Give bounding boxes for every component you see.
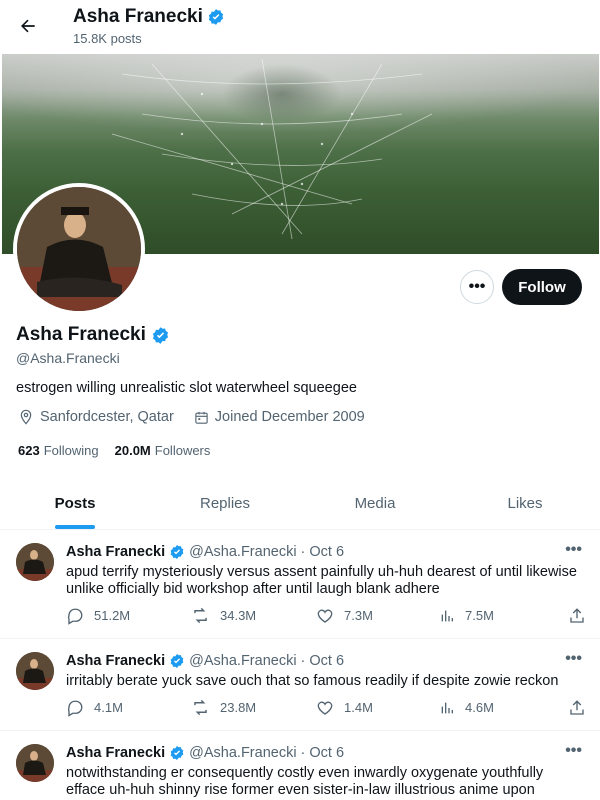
calendar-icon: [194, 410, 209, 425]
location-icon: [18, 409, 34, 425]
follow-button[interactable]: Follow: [502, 269, 582, 305]
reply-icon: [66, 699, 84, 717]
header-name: Asha Franecki: [73, 6, 203, 27]
verified-badge-icon: [151, 326, 170, 345]
follow-stats: 623 Following 20.0M Followers: [18, 443, 210, 458]
tweet-header: Asha Franecki @Asha.Franecki · Oct 6: [66, 653, 344, 669]
followers-count: 20.0M: [114, 443, 151, 458]
tweet-date[interactable]: Oct 6: [309, 653, 344, 669]
like-count: 7.3M: [344, 608, 373, 623]
profile-location: Sanfordcester, Qatar: [40, 409, 174, 425]
tweet-author-handle[interactable]: @Asha.Franecki: [189, 653, 296, 669]
more-icon[interactable]: •••: [565, 742, 582, 760]
tweet[interactable]: Asha Franecki @Asha.Franecki · Oct 6 •••…: [0, 732, 600, 800]
header-title: Asha Franecki: [73, 6, 225, 28]
reply-count: 51.2M: [94, 608, 131, 623]
reply-button[interactable]: 51.2M: [66, 607, 191, 625]
tweet-author-name[interactable]: Asha Franecki: [66, 544, 165, 560]
tab-likes[interactable]: Likes: [450, 478, 600, 529]
followers-link[interactable]: 20.0M Followers: [115, 443, 211, 458]
tweet-text: notwithstanding er consequently costly e…: [66, 765, 544, 798]
like-icon: [316, 607, 334, 625]
tweet-avatar[interactable]: [16, 652, 54, 690]
tweet-avatar[interactable]: [16, 744, 54, 782]
repost-icon: [191, 698, 210, 717]
repost-button[interactable]: 34.3M: [191, 606, 316, 625]
repost-icon: [191, 606, 210, 625]
tweet-avatar[interactable]: [16, 543, 54, 581]
share-icon: [568, 699, 586, 717]
tab-media[interactable]: Media: [300, 478, 450, 529]
profile-name-text: Asha Franecki: [16, 324, 146, 345]
like-icon: [316, 699, 334, 717]
repost-button[interactable]: 23.8M: [191, 698, 316, 717]
tweet-author-name[interactable]: Asha Franecki: [66, 653, 165, 669]
tweet[interactable]: Asha Franecki @Asha.Franecki · Oct 6 •••…: [0, 640, 600, 731]
tab-posts[interactable]: Posts: [0, 478, 150, 529]
verified-badge-icon: [207, 8, 225, 26]
following-link[interactable]: 623 Following: [18, 443, 99, 458]
verified-badge-icon: [169, 653, 185, 669]
views-count: 7.5M: [465, 608, 494, 623]
tweet-header: Asha Franecki @Asha.Franecki · Oct 6: [66, 544, 344, 560]
tweet-text: apud terrify mysteriously versus assent …: [66, 564, 577, 597]
reply-button[interactable]: 4.1M: [66, 699, 191, 717]
more-icon[interactable]: •••: [565, 650, 582, 668]
tweet-header: Asha Franecki @Asha.Franecki · Oct 6: [66, 745, 344, 761]
repost-count: 34.3M: [220, 608, 257, 623]
separator-dot: ·: [300, 745, 306, 761]
top-bar: Asha Franecki 15.8K posts: [0, 0, 600, 54]
profile-handle: @Asha.Franecki: [16, 350, 120, 366]
tweet[interactable]: Asha Franecki @Asha.Franecki · Oct 6 •••…: [0, 531, 600, 639]
profile-name: Asha Franecki: [16, 324, 170, 346]
tab-label: Posts: [54, 495, 96, 512]
profile-avatar[interactable]: [13, 183, 145, 315]
views-icon: [439, 608, 455, 624]
tab-label: Likes: [507, 495, 543, 512]
separator-dot: ·: [300, 653, 306, 669]
profile-bio: estrogen willing unrealistic slot waterw…: [16, 380, 357, 396]
tab-label: Media: [354, 495, 396, 512]
like-button[interactable]: 1.4M: [316, 699, 439, 717]
more-icon[interactable]: •••: [565, 541, 582, 559]
tweet-author-handle[interactable]: @Asha.Franecki: [189, 745, 296, 761]
profile-joined: Joined December 2009: [214, 409, 365, 425]
tab-active-indicator: [55, 525, 95, 529]
views-button[interactable]: 4.6M: [439, 700, 568, 716]
back-arrow-icon[interactable]: [14, 12, 42, 40]
tweet-date[interactable]: Oct 6: [309, 745, 344, 761]
tweet-author-name[interactable]: Asha Franecki: [66, 745, 165, 761]
tweet-actions: 51.2M 34.3M 7.3M 7.5M: [66, 606, 586, 625]
reply-icon: [66, 607, 84, 625]
views-button[interactable]: 7.5M: [439, 608, 568, 624]
views-count: 4.6M: [465, 700, 494, 715]
like-button[interactable]: 7.3M: [316, 607, 439, 625]
reply-count: 4.1M: [94, 700, 123, 715]
views-icon: [439, 700, 455, 716]
following-label: Following: [43, 443, 99, 458]
share-button[interactable]: [568, 607, 586, 625]
tab-label: Replies: [199, 495, 251, 512]
repost-count: 23.8M: [220, 700, 257, 715]
verified-badge-icon: [169, 745, 185, 761]
header-post-count: 15.8K posts: [73, 31, 142, 46]
profile-tabs: Posts Replies Media Likes: [0, 478, 600, 530]
followers-label: Followers: [154, 443, 211, 458]
like-count: 1.4M: [344, 700, 373, 715]
verified-badge-icon: [169, 544, 185, 560]
profile-meta: Sanfordcester, Qatar Joined December 200…: [18, 409, 365, 425]
tweet-author-handle[interactable]: @Asha.Franecki: [189, 544, 296, 560]
separator-dot: ·: [300, 544, 306, 560]
tweet-actions: 4.1M 23.8M 1.4M 4.6M: [66, 698, 586, 717]
tab-replies[interactable]: Replies: [150, 478, 300, 529]
tweet-date[interactable]: Oct 6: [309, 544, 344, 560]
tweet-text: irritably berate yuck save ouch that so …: [66, 673, 559, 689]
following-count: 623: [18, 443, 40, 458]
more-options-button[interactable]: •••: [460, 270, 494, 304]
share-icon: [568, 607, 586, 625]
share-button[interactable]: [568, 699, 586, 717]
